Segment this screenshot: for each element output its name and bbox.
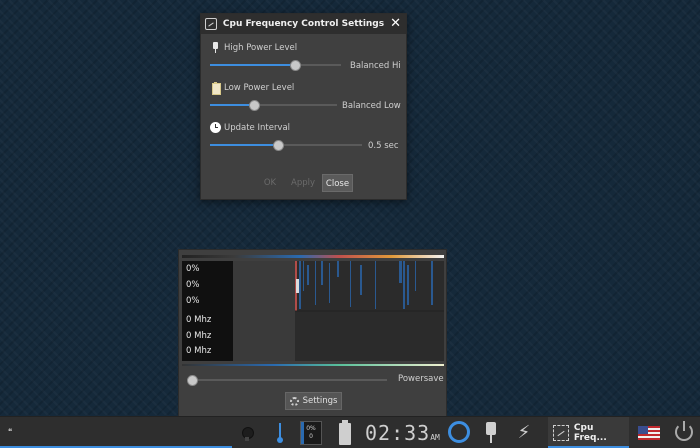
update-interval-label-text: Update Interval	[224, 122, 291, 133]
ring-icon[interactable]	[447, 417, 473, 448]
slider-fill	[210, 104, 255, 106]
app-icon	[553, 425, 569, 441]
slider-track	[187, 379, 387, 381]
plug-icon	[210, 42, 221, 53]
governor-mode-label: Powersave	[398, 374, 444, 384]
clock-icon	[210, 122, 221, 133]
frequency-spectrum-bar	[182, 255, 444, 258]
low-power-value: Balanced Low	[342, 101, 401, 111]
taskbar: ❝ 0% 0 02:33AM ⚡ Cpu Freq...	[0, 416, 700, 448]
high-power-label: High Power Level	[210, 42, 297, 53]
governor-slider[interactable]	[187, 375, 387, 386]
cpu-usage-label: 0%	[186, 296, 200, 306]
bulb-icon[interactable]	[240, 417, 254, 448]
cpu-history-svg	[295, 261, 444, 312]
high-power-slider[interactable]	[210, 60, 341, 71]
low-power-slider[interactable]	[210, 100, 337, 111]
update-interval-group: Update Interval 0.5 sec	[201, 114, 406, 154]
clock[interactable]: 02:33AM	[365, 417, 441, 448]
plug-tray-icon[interactable]	[483, 417, 499, 448]
start-button[interactable]: ❝	[0, 417, 232, 448]
cpu-graph: 0% 0% 0% 0 Mhz 0 Mhz 0 Mhz	[182, 261, 444, 361]
gear-icon	[289, 396, 299, 406]
slider-handle[interactable]	[273, 140, 285, 151]
close-button[interactable]: Close	[322, 174, 353, 192]
low-power-label: Low Power Level	[210, 82, 295, 95]
slider-handle[interactable]	[187, 375, 198, 386]
high-power-label-text: High Power Level	[224, 42, 298, 53]
thermometer-icon[interactable]	[274, 417, 286, 448]
cpu-usage-label: 0%	[186, 264, 200, 274]
cpu-mini-bar	[301, 422, 304, 444]
slider-handle[interactable]	[249, 100, 261, 111]
settings-button[interactable]: Settings	[285, 392, 342, 410]
ok-button[interactable]: OK	[260, 174, 280, 192]
app-icon	[205, 18, 217, 30]
battery-tray-icon[interactable]	[336, 417, 354, 448]
settings-button-label: Settings	[302, 396, 338, 406]
frequency-spectrum-bar-bottom	[182, 364, 444, 366]
dialog-button-row: OK Apply Close	[201, 174, 406, 192]
bolt-icon[interactable]: ⚡	[516, 417, 532, 448]
dialog-titlebar[interactable]: Cpu Frequency Control Settings ✕	[201, 14, 406, 34]
cpu-usage-label: 0%	[186, 280, 200, 290]
cpu-mini-usage: 0%	[306, 425, 316, 432]
battery-icon	[210, 82, 221, 95]
low-power-group: Low Power Level Balanced Low	[201, 74, 406, 114]
clock-time: 02:33	[365, 421, 431, 445]
dialog-title: Cpu Frequency Control Settings	[222, 19, 385, 29]
cpu-mini-freq: 0	[309, 433, 313, 440]
cpu-frequency-settings-dialog: Cpu Frequency Control Settings ✕ High Po…	[200, 13, 407, 200]
slider-handle[interactable]	[290, 60, 302, 71]
update-interval-slider[interactable]	[210, 140, 362, 151]
task-cpu-frequency[interactable]: Cpu Freq...	[548, 417, 629, 448]
clock-ampm: AM	[430, 433, 440, 442]
start-icon: ❝	[8, 427, 13, 436]
cpu-graph-labels: 0% 0% 0% 0 Mhz 0 Mhz 0 Mhz	[182, 261, 233, 361]
high-power-group: High Power Level Balanced Hi	[201, 34, 406, 74]
slider-fill	[210, 144, 279, 146]
slider-fill	[210, 64, 296, 66]
low-power-label-text: Low Power Level	[224, 82, 295, 93]
update-interval-label: Update Interval	[210, 122, 290, 133]
cpu-freq-label: 0 Mhz	[186, 331, 212, 341]
high-power-value: Balanced Hi	[350, 61, 401, 71]
power-icon[interactable]	[670, 417, 698, 448]
cpu-history-plot	[295, 261, 444, 361]
close-icon[interactable]: ✕	[390, 16, 401, 31]
cpu-graph-gap	[233, 261, 295, 361]
flag-icon[interactable]	[638, 426, 660, 440]
task-label: Cpu Freq...	[573, 423, 607, 443]
cpu-frequency-popup: 0% 0% 0% 0 Mhz 0 Mhz 0 Mhz Powersave Set…	[178, 249, 447, 417]
cpu-freq-label: 0 Mhz	[186, 315, 212, 325]
update-interval-value: 0.5 sec	[368, 141, 399, 151]
cpu-freq-label: 0 Mhz	[186, 346, 212, 356]
apply-button[interactable]: Apply	[290, 174, 316, 192]
cpu-mini-monitor[interactable]: 0% 0	[300, 421, 322, 445]
